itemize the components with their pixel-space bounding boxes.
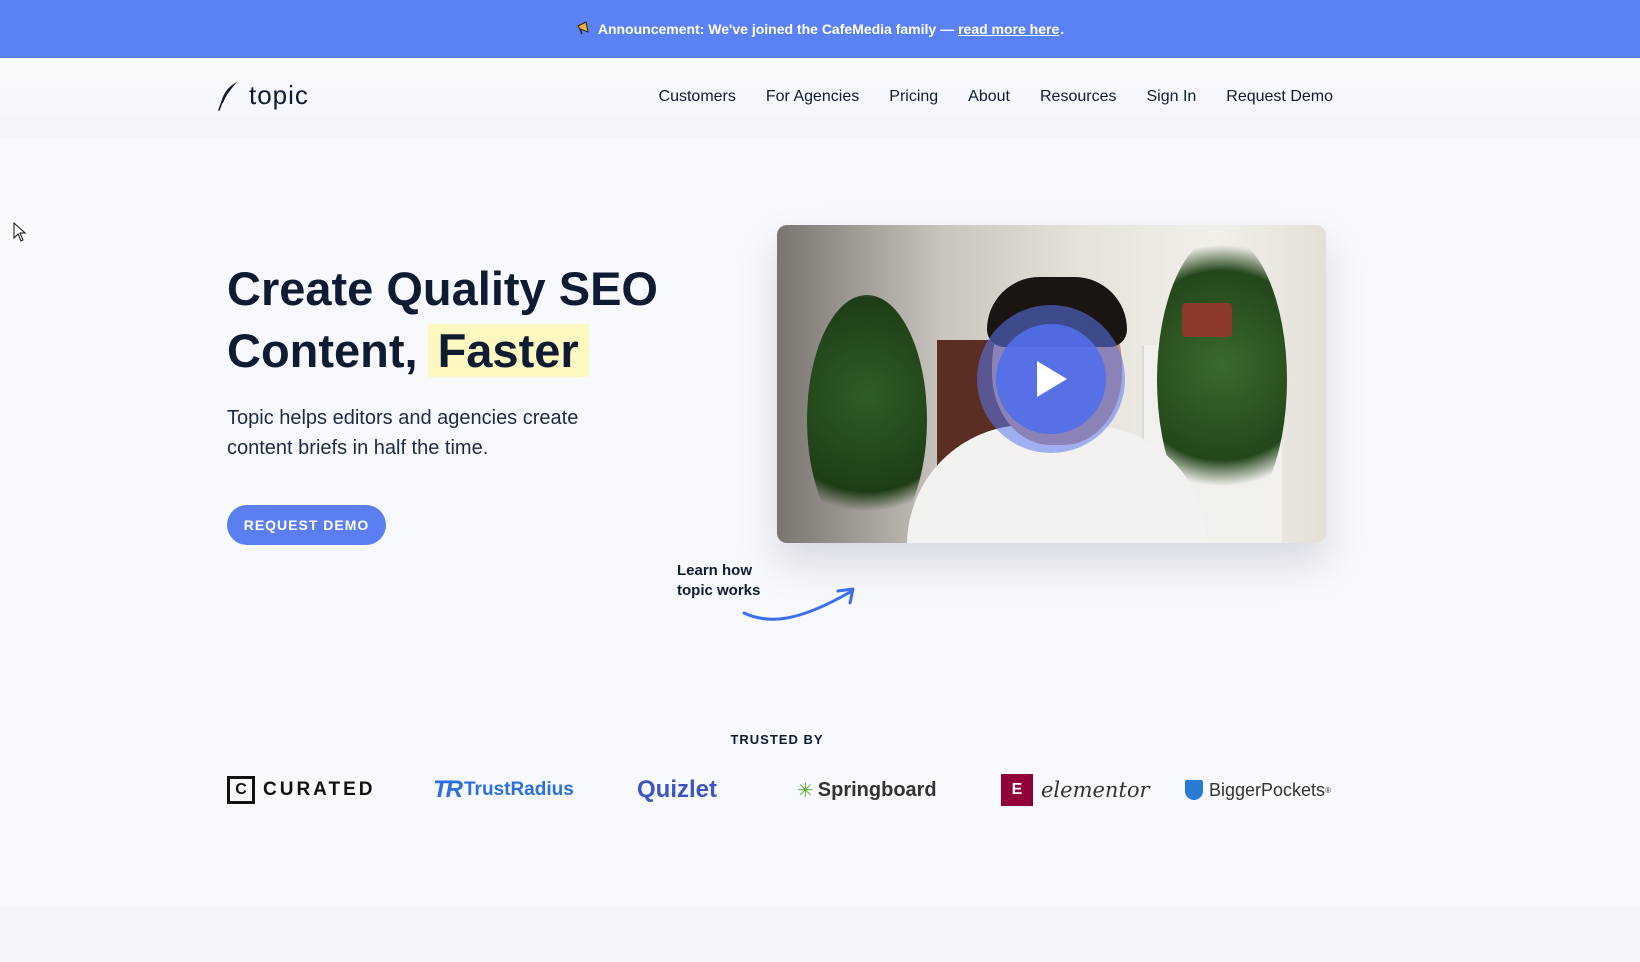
hero-title-line2: Content, <box>227 324 418 377</box>
announcement-bar: Announcement: We've joined the CafeMedia… <box>0 0 1640 58</box>
nav-sign-in[interactable]: Sign In <box>1146 88 1196 106</box>
logo[interactable]: topic <box>217 80 309 111</box>
quizlet-text: Quizlet <box>637 776 718 803</box>
feather-icon <box>218 81 237 111</box>
trusted-by-heading: TRUSTED BY <box>730 732 824 747</box>
elementor-logo: E elementor <box>1001 770 1150 810</box>
registered-mark: ® <box>1325 785 1331 795</box>
logo-text: topic <box>249 80 309 110</box>
springboard-text: Springboard <box>817 778 937 801</box>
hero-title-highlight: Faster <box>427 324 589 377</box>
mouse-cursor-icon <box>13 222 27 242</box>
curved-arrow-icon <box>742 587 855 621</box>
trustradius-logo: TR TrustRadius <box>433 770 574 810</box>
nav-pricing[interactable]: Pricing <box>889 88 938 106</box>
nav-about[interactable]: About <box>968 88 1010 106</box>
curated-mark: C <box>227 776 255 804</box>
learn-how-line1: Learn how <box>677 562 753 579</box>
trustradius-mark: TR <box>433 776 463 803</box>
quizlet-logo: Quizlet <box>637 770 717 810</box>
hero-title: Create Quality SEO Content, Faster <box>227 258 727 382</box>
video-thumbnail[interactable] <box>777 225 1326 543</box>
hero-title-line1: Create Quality SEO <box>227 262 658 315</box>
trusted-logos: C CURATED TR TrustRadius Quizlet ✳ Sprin… <box>227 770 1331 810</box>
biggerpockets-text: BiggerPockets <box>1209 779 1326 800</box>
nav-request-demo[interactable]: Request Demo <box>1226 88 1333 106</box>
elementor-text: elementor <box>1041 778 1150 802</box>
shield-icon <box>1185 780 1203 800</box>
hero-subtitle: Topic helps editors and agencies create … <box>227 407 579 459</box>
next-section-band <box>0 906 1640 962</box>
announcement-suffix: . <box>1060 21 1065 37</box>
curated-logo: C CURATED <box>227 770 375 810</box>
video-scene-plant-left <box>807 295 927 543</box>
springboard-leaf-icon: ✳ <box>797 779 814 802</box>
main-nav: Customers For Agencies Pricing About Res… <box>659 88 1333 106</box>
site-header: topic Customers For Agencies Pricing Abo… <box>0 58 1640 138</box>
play-button[interactable] <box>996 324 1106 434</box>
springboard-logo: ✳ Springboard <box>797 770 937 810</box>
elementor-mark: E <box>1001 774 1033 806</box>
video-scene-pot <box>1182 303 1232 337</box>
play-icon <box>1037 361 1067 397</box>
megaphone-icon <box>576 20 592 39</box>
biggerpockets-logo: BiggerPockets ® <box>1185 770 1331 810</box>
nav-resources[interactable]: Resources <box>1040 88 1116 106</box>
announcement-text: Announcement: We've joined the CafeMedia… <box>597 21 955 37</box>
nav-customers[interactable]: Customers <box>659 88 736 106</box>
announcement-link[interactable]: read more here <box>958 21 1059 37</box>
nav-for-agencies[interactable]: For Agencies <box>766 88 859 106</box>
curated-text: CURATED <box>263 779 376 800</box>
trustradius-text: TrustRadius <box>464 779 574 800</box>
request-demo-button[interactable]: REQUEST DEMO <box>227 505 386 545</box>
